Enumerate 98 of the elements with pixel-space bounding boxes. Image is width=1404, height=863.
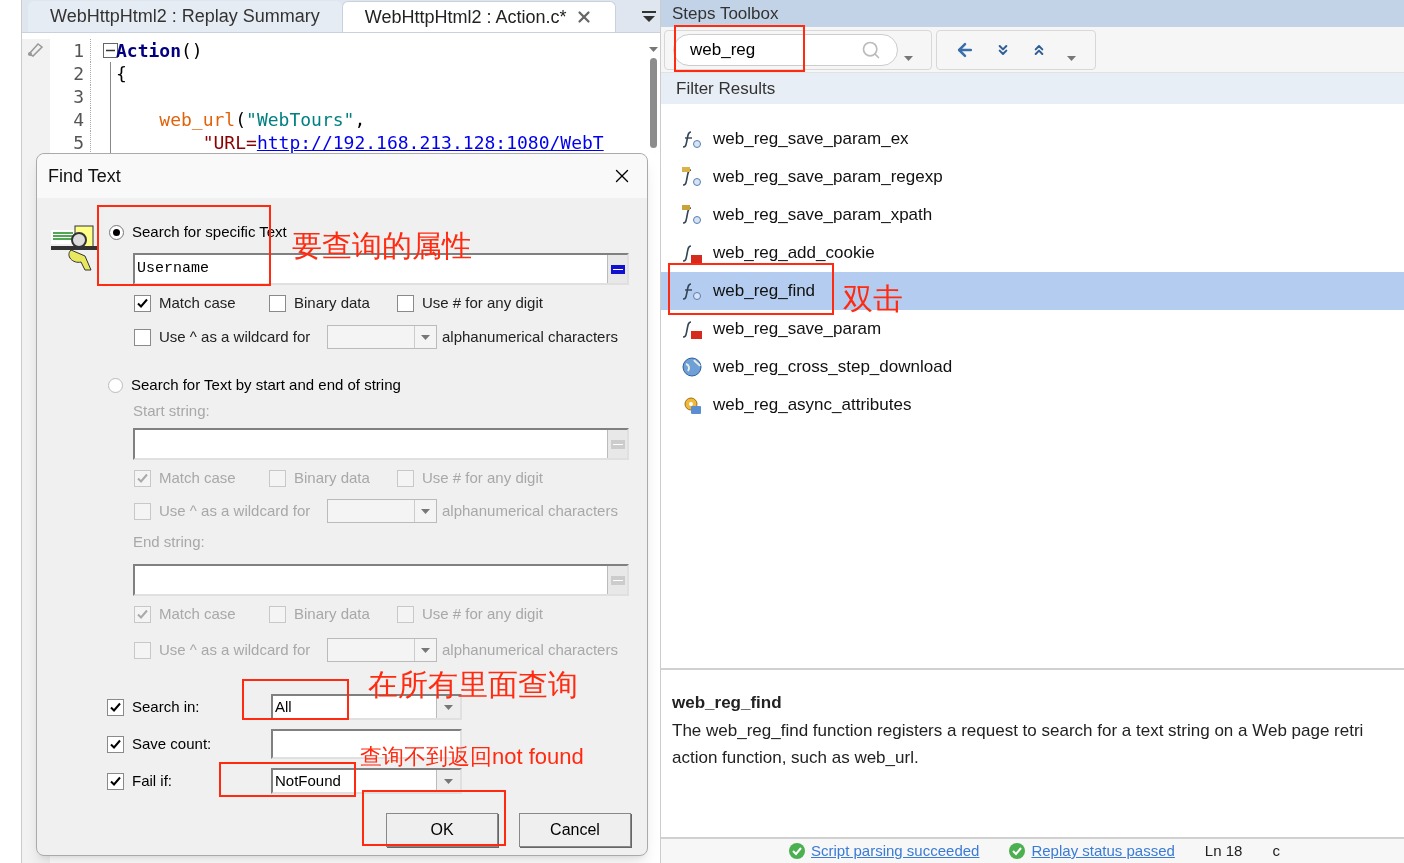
editor-tab[interactable]: WebHttpHtml2 : Replay Summary bbox=[28, 1, 342, 32]
panel-header: Steps Toolbox bbox=[661, 0, 1404, 27]
radio-button[interactable] bbox=[109, 224, 124, 240]
toolbar-menu-icon bbox=[1067, 56, 1076, 61]
radio-label: Search for Text by start and end of string bbox=[131, 374, 401, 395]
status-link[interactable]: Script parsing succeeded bbox=[811, 839, 980, 863]
checkbox[interactable] bbox=[107, 735, 124, 753]
text-type-button[interactable] bbox=[607, 255, 627, 283]
check-mark-icon bbox=[137, 472, 148, 484]
checkbox[interactable] bbox=[107, 698, 124, 716]
check-mark-icon bbox=[137, 297, 148, 309]
text-type-icon bbox=[610, 439, 625, 449]
option-label: Binary data bbox=[294, 603, 370, 624]
option-label: Match case bbox=[159, 292, 236, 313]
option-label: Match case bbox=[159, 467, 236, 488]
text-field[interactable] bbox=[133, 564, 629, 596]
setting-label: Search in: bbox=[132, 696, 201, 717]
code-line: { bbox=[116, 62, 127, 85]
option-label: Binary data bbox=[294, 292, 370, 313]
step-item[interactable]: web_reg_cross_step_download bbox=[661, 348, 1404, 386]
dialog-title: Find Text bbox=[48, 164, 121, 188]
editor-tab[interactable]: WebHttpHtml2 : Action.c* bbox=[341, 1, 616, 32]
checkbox[interactable] bbox=[134, 328, 151, 346]
scrollbar-thumb[interactable] bbox=[649, 58, 657, 148]
status-text: c bbox=[1272, 840, 1280, 861]
wildcard-dropdown[interactable] bbox=[327, 638, 437, 662]
option-label: Use # for any digit bbox=[422, 292, 543, 313]
text-field[interactable] bbox=[133, 428, 629, 460]
option-label: alphanumerical characters bbox=[442, 500, 618, 521]
line-number: 4 bbox=[72, 108, 84, 131]
check-icon bbox=[789, 843, 805, 859]
step-item[interactable]: web_reg_save_param_xpath bbox=[661, 196, 1404, 234]
dropdown-caret-icon bbox=[421, 334, 430, 340]
status-text: Ln 18 bbox=[1204, 840, 1243, 861]
function-icon bbox=[682, 128, 703, 150]
step-item[interactable]: web_reg_save_param_regexp bbox=[661, 158, 1404, 196]
check-icon bbox=[1009, 843, 1026, 859]
code-line: "URL=http://192.168.213.128:1080/WebT bbox=[201, 131, 604, 154]
checkbox[interactable] bbox=[107, 772, 124, 790]
annotation-text: 查询不到返回not found bbox=[360, 746, 584, 768]
description-text: action function, such as web_url. bbox=[672, 747, 920, 769]
step-item[interactable]: web_reg_add_cookie bbox=[661, 234, 1404, 272]
results-header: Filter Results bbox=[661, 73, 1404, 104]
globe-icon bbox=[682, 356, 703, 378]
wildcard-dropdown[interactable] bbox=[327, 499, 437, 523]
description-text: The web_reg_find function registers a request to search for a text string on a Web page retri bbox=[672, 719, 1365, 742]
status-link[interactable]: Replay status passed bbox=[1031, 839, 1175, 863]
description-title: web_reg_find bbox=[672, 692, 783, 714]
code-line: web_url("WebTours", bbox=[158, 108, 366, 131]
line-number: 1 bbox=[72, 39, 84, 62]
dropdown-caret-icon bbox=[444, 704, 453, 710]
search-field[interactable]: web_reg bbox=[673, 33, 898, 66]
check-mark-icon bbox=[137, 608, 148, 620]
setting-label: Fail if: bbox=[132, 770, 173, 791]
checkbox[interactable] bbox=[269, 294, 286, 312]
dropdown-caret-icon bbox=[444, 778, 453, 784]
option-label: Use ^ as a wildcard for bbox=[159, 326, 312, 347]
toolbar-menu-icon bbox=[904, 56, 913, 61]
step-item[interactable]: web_reg_async_attributes bbox=[661, 386, 1404, 424]
field-label: End string: bbox=[133, 532, 206, 552]
function-icon bbox=[682, 280, 703, 302]
check-mark-icon bbox=[110, 738, 121, 750]
line-number: 3 bbox=[72, 85, 84, 108]
dialog-button[interactable]: OK bbox=[386, 813, 498, 847]
function-icon bbox=[682, 166, 703, 188]
wildcard-dropdown[interactable] bbox=[327, 325, 437, 349]
function-icon bbox=[682, 204, 703, 226]
combo-box[interactable]: NotFound bbox=[271, 768, 462, 794]
dropdown-caret-icon bbox=[421, 508, 430, 514]
step-item[interactable]: web_reg_save_param_ex bbox=[661, 120, 1404, 158]
option-label: Binary data bbox=[294, 467, 370, 488]
marker-icon bbox=[26, 41, 46, 57]
function-icon bbox=[682, 242, 703, 264]
setting-label: Save count: bbox=[132, 733, 213, 754]
option-label: alphanumerical characters bbox=[442, 326, 618, 347]
find-document-icon bbox=[51, 224, 99, 274]
option-label: Match case bbox=[159, 603, 236, 624]
checkbox[interactable] bbox=[134, 294, 151, 312]
scroll-up-icon bbox=[648, 47, 658, 52]
dropdown-caret-icon bbox=[421, 647, 430, 653]
search-icon[interactable] bbox=[861, 39, 881, 60]
line-number: 5 bbox=[72, 131, 84, 154]
fold-icon[interactable] bbox=[103, 43, 118, 58]
option-label: Use # for any digit bbox=[422, 467, 543, 488]
option-label: Use # for any digit bbox=[422, 603, 543, 624]
text-type-icon bbox=[610, 264, 625, 274]
tab-list-icon[interactable] bbox=[642, 11, 656, 23]
text-type-icon bbox=[610, 575, 625, 585]
field-label: Start string: bbox=[133, 401, 211, 421]
option-label: alphanumerical characters bbox=[442, 639, 618, 660]
checkbox[interactable] bbox=[397, 294, 414, 312]
check-mark-icon bbox=[110, 701, 121, 713]
option-label: Use ^ as a wildcard for bbox=[159, 639, 312, 660]
check-mark-icon bbox=[110, 775, 121, 787]
line-number: 2 bbox=[72, 62, 84, 85]
dialog-button[interactable]: Cancel bbox=[519, 813, 631, 847]
function-icon bbox=[682, 318, 703, 340]
option-label: Use ^ as a wildcard for bbox=[159, 500, 312, 521]
